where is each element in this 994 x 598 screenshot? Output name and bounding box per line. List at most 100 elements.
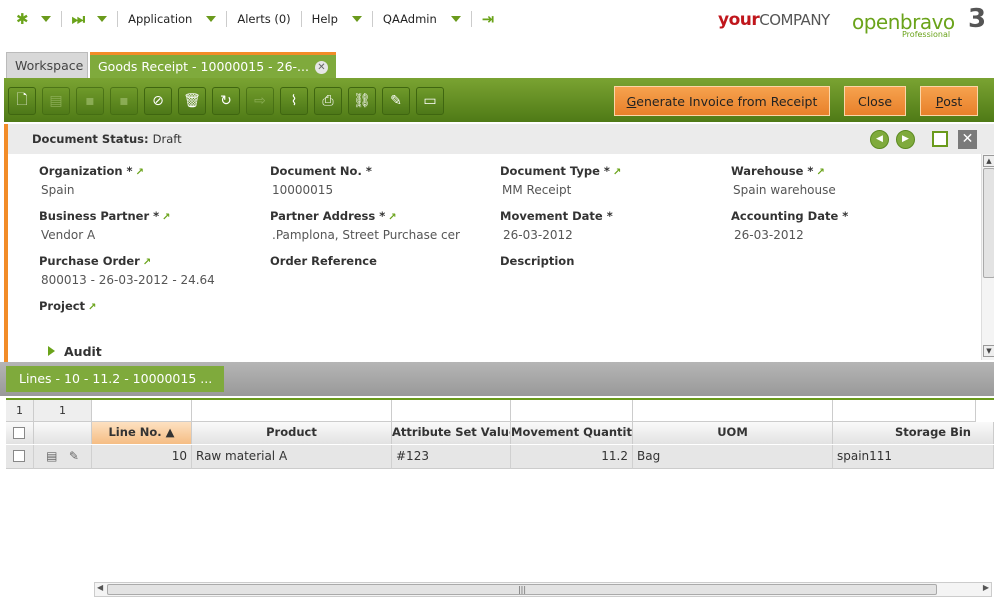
filter-attribute-set-value[interactable]	[392, 400, 511, 422]
help-menu-label: Help	[311, 12, 338, 26]
application-menu-label: Application	[128, 12, 193, 26]
line-no-header-label: Line No.	[108, 425, 162, 439]
save-icon[interactable]: ▪	[76, 87, 104, 115]
print-icon[interactable]: ⎙	[314, 87, 342, 115]
new-row-icon[interactable]: ▤	[42, 87, 70, 115]
edit-pencil-icon[interactable]: ✎	[69, 449, 79, 463]
nav-divider	[117, 11, 119, 27]
link-arrow-icon[interactable]: ↗	[388, 212, 396, 223]
main-tabs: Workspace Goods Receipt - 10000015 - 26-…	[0, 46, 994, 78]
scroll-right-icon[interactable]: ▶	[983, 583, 989, 592]
column-header-movement-quantity[interactable]: Movement Quantity	[511, 422, 633, 444]
brand-company: COMPANY	[759, 11, 830, 29]
organization-value[interactable]: Spain	[41, 183, 233, 197]
link-arrow-icon[interactable]: ↗	[162, 212, 170, 223]
link-icon[interactable]: ⛓	[348, 87, 376, 115]
undo-icon[interactable]: ⊘	[144, 87, 172, 115]
attachment-icon[interactable]: ⌇	[280, 87, 308, 115]
close-form-icon[interactable]: ✕	[958, 130, 977, 149]
audit-section-toggle[interactable]: Audit	[48, 344, 102, 359]
scroll-up-icon[interactable]: ▲	[983, 155, 994, 167]
maximize-icon[interactable]	[932, 131, 948, 147]
sort-ascending-icon: ▲	[165, 425, 175, 439]
scrollbar-thumb[interactable]	[983, 168, 994, 278]
generate-invoice-button[interactable]: Generate Invoice from Receipt	[614, 86, 830, 116]
tab-lines[interactable]: Lines - 10 - 11.2 - 10000015 ...	[6, 366, 224, 392]
column-header-uom[interactable]: UOM	[633, 422, 833, 444]
asterisk-icon[interactable]: ✱	[10, 8, 57, 30]
refresh-icon[interactable]: ↻	[212, 87, 240, 115]
nav-divider	[226, 11, 228, 27]
tab-workspace[interactable]: Workspace	[6, 52, 88, 78]
business-partner-value[interactable]: Vendor A	[41, 228, 233, 242]
link-arrow-icon[interactable]: ↗	[143, 257, 151, 268]
warehouse-value[interactable]: Spain warehouse	[733, 183, 925, 197]
select-all-column	[6, 422, 34, 444]
tools-icon[interactable]: ✎	[382, 87, 410, 115]
row-checkbox[interactable]	[13, 450, 25, 462]
new-document-icon[interactable]: 🗋	[8, 87, 36, 115]
help-menu[interactable]: Help	[306, 8, 368, 30]
cell-uom[interactable]: Bag	[633, 445, 833, 469]
fast-forward-icon[interactable]: ⏭	[66, 8, 114, 30]
grid-view-icon[interactable]: ▭	[416, 87, 444, 115]
cell-storage-bin[interactable]: spain111	[833, 445, 994, 469]
save-close-icon[interactable]: ▪	[110, 87, 138, 115]
select-all-checkbox[interactable]	[13, 427, 25, 439]
document-type-value[interactable]: MM Receipt	[502, 183, 694, 197]
description-label: Description	[500, 254, 575, 268]
accounting-date-value[interactable]: 26-03-2012	[734, 228, 926, 242]
scroll-down-icon[interactable]: ▼	[983, 345, 994, 357]
alerts-link[interactable]: Alerts (0)	[231, 8, 296, 30]
form-scrollbar[interactable]: ▲ ▼	[981, 154, 994, 360]
grid-horizontal-scrollbar[interactable]: ◀ ||| ▶	[94, 582, 992, 597]
warehouse-label: Warehouse *	[731, 164, 814, 178]
filter-product[interactable]	[192, 400, 392, 422]
link-arrow-icon[interactable]: ↗	[613, 167, 621, 178]
delete-icon[interactable]: 🗑	[178, 87, 206, 115]
export-icon[interactable]: ⇨	[246, 87, 274, 115]
tab-lines-label: Lines - 10 - 11.2 - 10000015 ...	[19, 371, 213, 386]
lines-tab-bar: Lines - 10 - 11.2 - 10000015 ...	[0, 362, 994, 396]
nav-divider	[371, 11, 373, 27]
document-no-value[interactable]: 10000015	[272, 183, 464, 197]
filter-storage-bin[interactable]	[833, 400, 976, 422]
scrollbar-thumb[interactable]: |||	[107, 584, 937, 595]
scroll-left-icon[interactable]: ◀	[97, 583, 103, 592]
tab-goods-receipt[interactable]: Goods Receipt - 10000015 - 26-... ✕	[90, 52, 336, 78]
column-header-line-no[interactable]: Line No. ▲	[92, 422, 192, 444]
column-header-attribute-set-value[interactable]: Attribute Set Value	[392, 422, 511, 444]
post-button[interactable]: Post	[920, 86, 978, 116]
column-header-product[interactable]: Product	[192, 422, 392, 444]
cell-movement-quantity[interactable]: 11.2	[511, 445, 633, 469]
top-navigation-bar: ✱ ⏭ Application Alerts (0) Help QAAdmin …	[0, 0, 994, 46]
partner-address-value[interactable]: .Pamplona, Street Purchase cer	[272, 228, 464, 242]
brand-edition: Professional	[902, 30, 951, 39]
filter-uom[interactable]	[633, 400, 833, 422]
previous-record-icon[interactable]: ◀	[870, 130, 889, 149]
application-menu[interactable]: Application	[122, 8, 222, 30]
cell-attribute-set-value[interactable]: #123	[392, 445, 511, 469]
link-arrow-icon[interactable]: ↗	[816, 167, 824, 178]
link-arrow-icon[interactable]: ↗	[136, 167, 144, 178]
purchase-order-value[interactable]: 800013 - 26-03-2012 - 24.64	[41, 273, 233, 287]
tab-workspace-label: Workspace	[15, 58, 84, 73]
filter-line-no[interactable]	[92, 400, 192, 422]
column-header-storage-bin[interactable]: Storage Bin	[833, 422, 994, 444]
close-button[interactable]: Close	[844, 86, 906, 116]
cell-line-no[interactable]: 10	[92, 445, 192, 469]
filter-movement-quantity[interactable]	[511, 400, 633, 422]
brand-version: 3	[968, 4, 987, 34]
user-menu[interactable]: QAAdmin	[377, 8, 467, 30]
next-record-icon[interactable]: ▶	[896, 130, 915, 149]
close-icon[interactable]: ✕	[315, 61, 328, 74]
movement-date-value[interactable]: 26-03-2012	[503, 228, 695, 242]
open-record-icon[interactable]: ▤	[46, 449, 57, 463]
link-arrow-icon[interactable]: ↗	[88, 302, 96, 313]
field-document-type: Document Type * ↗ MM Receipt	[500, 164, 725, 197]
document-type-label: Document Type *	[500, 164, 610, 178]
cell-product[interactable]: Raw material A	[192, 445, 392, 469]
document-status-label: Document Status:	[32, 132, 149, 146]
logout-icon[interactable]: ⇥	[476, 8, 501, 30]
row-select-cell	[6, 445, 34, 469]
